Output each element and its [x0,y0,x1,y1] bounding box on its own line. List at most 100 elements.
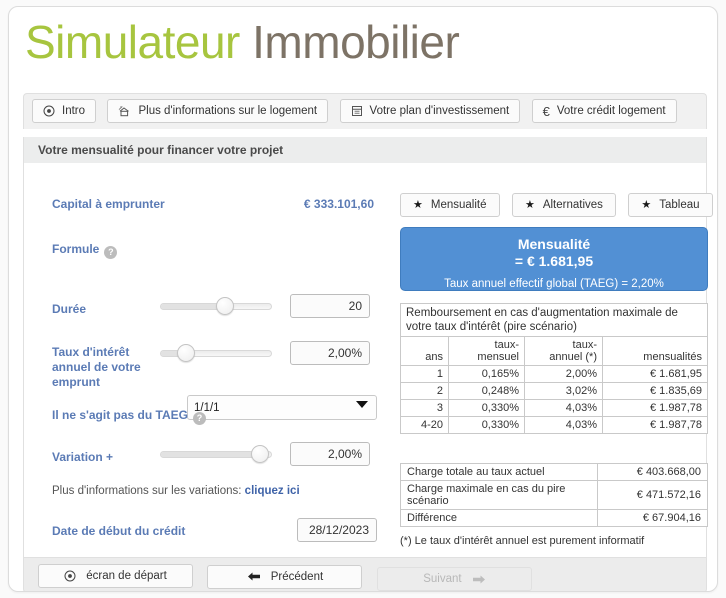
app-card: Simulateur Immobilier Intro Plus d'infor… [8,6,718,592]
home-button[interactable]: écran de départ [38,564,193,588]
date-input[interactable] [297,518,377,542]
variation-label: Variation + [52,450,114,464]
next-button: Suivant [376,567,532,591]
col-header-mensualites: mensualités [602,336,708,366]
duree-slider-thumb[interactable] [216,297,235,315]
cell-ans: 4-20 [400,416,449,434]
star-icon: ★ [524,198,535,211]
duree-label: Durée [52,302,87,316]
scenario-table: Remboursement en cas d'augmentation maxi… [400,303,708,434]
target-circle-icon [64,570,76,582]
cell-taux-annuel: 4,03% [524,399,603,417]
house-icon [118,105,131,117]
target-circle-icon [43,105,55,117]
table-row: 1 0,165% 2,00% € 1.681,95 [400,365,708,383]
tab-plus-infos-logement[interactable]: Plus d'informations sur le logement [107,99,329,123]
col-header-ans: ans [400,336,449,366]
view-button-mensualite-label: Mensualité [430,199,487,211]
document-icon [351,105,363,117]
variations-note: Plus d'informations sur les variations: … [52,485,300,497]
totals-label: Charge maximale en cas du pire scénario [400,480,598,510]
totals-label: Différence [400,509,598,527]
parameters-column: Capital à emprunter € 333.101,60 Formule… [24,163,380,557]
star-icon: ★ [641,198,652,211]
cell-ans: 1 [400,365,449,383]
cell-mensualite: € 1.987,78 [602,399,708,417]
table-row: 3 0,330% 4,03% € 1.987,78 [400,399,708,417]
totals-value: € 403.668,00 [597,463,708,481]
tab-plan-investissement[interactable]: Votre plan d'investissement [339,99,521,123]
page-title-part1: Simulateur [25,16,240,68]
cell-taux-annuel: 4,03% [524,416,603,434]
help-icon-taeg[interactable]: ? [192,412,206,425]
formule-label: Formule? [52,242,118,259]
footer-bar: écran de départ Précédent Suivant [23,557,707,591]
table-row: 4-20 0,330% 4,03% € 1.987,78 [400,416,708,434]
next-button-label: Suivant [423,573,462,585]
main-content: Capital à emprunter € 333.101,60 Formule… [23,163,713,557]
totals-label: Charge totale au taux actuel [400,463,598,481]
view-button-mensualite[interactable]: ★ Mensualité [400,193,500,217]
view-button-tableau-label: Tableau [659,199,700,211]
table-row: Différence € 67.904,16 [400,509,708,527]
tab-credit-logement-label: Votre crédit logement [556,105,666,117]
totals-table-wrap: Charge totale au taux actuel € 403.668,0… [400,463,708,527]
section-header-label: Votre mensualité pour financer votre pro… [38,143,284,157]
view-button-alternatives[interactable]: ★ Alternatives [511,193,616,217]
table-row: Charge totale au taux actuel € 403.668,0… [400,463,708,481]
cell-taux-mensuel: 0,165% [448,365,525,383]
formule-select[interactable]: 1/1/1 [187,395,377,420]
tab-plus-infos-logement-label: Plus d'informations sur le logement [138,105,318,117]
taeg-note: Il ne s'agit pas du TAEG? [52,408,206,425]
page-title: Simulateur Immobilier [25,15,460,69]
table-footnote: (*) Le taux d'intérêt annuel est puremen… [400,535,645,547]
cell-taux-mensuel: 0,330% [448,399,525,417]
duree-slider[interactable] [160,296,272,316]
monthly-payment-taeg: Taux annuel effectif global (TAEG) = 2,2… [444,278,664,290]
tab-plan-investissement-label: Votre plan d'investissement [369,105,510,117]
variation-slider[interactable] [160,444,272,464]
tab-credit-logement[interactable]: € Votre crédit logement [531,99,677,123]
capital-label: Capital à emprunter [52,197,165,211]
app-page: Simulateur Immobilier Intro Plus d'infor… [0,0,726,598]
taux-slider[interactable] [160,343,272,363]
view-button-alternatives-label: Alternatives [542,199,603,211]
tab-intro[interactable]: Intro [32,99,97,123]
variations-link[interactable]: cliquez ici [245,485,300,497]
monthly-payment-amount: = € 1.681,95 [514,253,594,269]
col-header-taux-annuel: taux-annuel (*) [524,336,603,366]
taux-slider-thumb[interactable] [176,344,195,362]
section-header: Votre mensualité pour financer votre pro… [23,137,707,163]
previous-button-label: Précédent [270,570,324,583]
totals-value: € 471.572,16 [597,480,708,510]
variation-slider-fill [161,452,261,457]
arrow-right-icon [472,574,486,585]
help-icon-formule[interactable]: ? [104,246,118,259]
table-row: 2 0,248% 3,02% € 1.835,69 [400,382,708,400]
cell-ans: 3 [400,399,449,417]
duree-input[interactable] [290,294,370,318]
result-view-buttons: ★ Mensualité ★ Alternatives ★ Tableau [400,193,717,217]
date-label: Date de début du crédit [52,524,186,538]
view-button-tableau[interactable]: ★ Tableau [628,193,713,217]
cell-taux-annuel: 2,00% [524,365,603,383]
tab-intro-label: Intro [62,105,86,117]
cell-mensualite: € 1.987,78 [602,416,708,434]
cell-mensualite: € 1.835,69 [602,382,708,400]
col-header-taux-mensuel: taux-mensuel [448,336,525,366]
cell-taux-mensuel: 0,330% [448,416,525,434]
scenario-table-caption: Remboursement en cas d'augmentation maxi… [400,303,708,337]
monthly-payment-box: Mensualité = € 1.681,95 Taux annuel effe… [400,227,708,291]
variation-input[interactable] [290,442,370,466]
page-title-part2: Immobilier [252,16,460,68]
tab-bar: Intro Plus d'informations sur le logemen… [23,93,707,129]
scenario-table-wrap: Remboursement en cas d'augmentation maxi… [400,303,708,434]
cell-ans: 2 [400,382,449,400]
home-button-label: écran de départ [86,570,167,582]
previous-button[interactable]: Précédent [207,564,363,589]
taux-input[interactable] [290,341,370,365]
cell-taux-annuel: 3,02% [524,382,603,400]
variation-slider-thumb[interactable] [251,445,270,463]
cell-mensualite: € 1.681,95 [602,365,708,383]
euro-icon: € [542,103,550,119]
